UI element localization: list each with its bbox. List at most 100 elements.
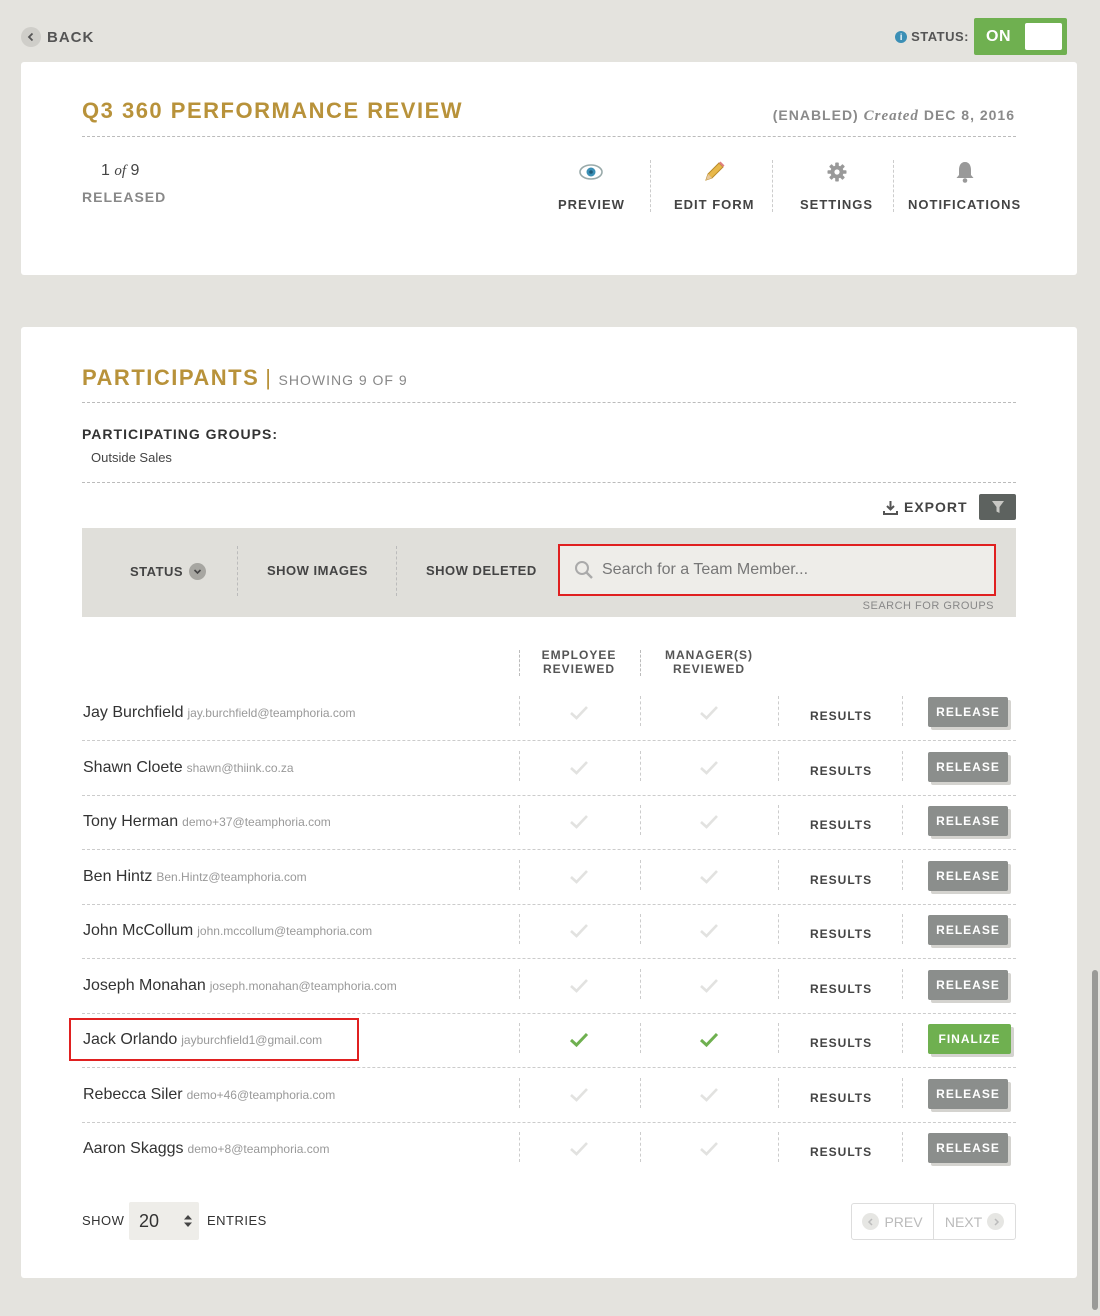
release-button[interactable]: RELEASE [928,697,1008,727]
notifications-button[interactable]: NOTIFICATIONS [908,160,1021,220]
eye-icon [579,164,604,180]
manager-reviewed-check-icon [700,978,718,993]
created-date: DEC 8, 2016 [923,107,1015,123]
status-toggle[interactable]: ON [974,18,1067,55]
results-link[interactable]: RESULTS [810,982,872,996]
participant-name[interactable]: Jay Burchfield [83,704,184,721]
results-link[interactable]: RESULTS [810,818,872,832]
column-separator [902,914,903,944]
prev-label: PREV [884,1213,923,1230]
info-icon[interactable]: i [895,30,908,43]
results-link[interactable]: RESULTS [810,927,872,941]
manager-reviewed-check-icon [700,760,718,775]
participant-name[interactable]: Shawn Cloete [83,759,183,776]
release-button[interactable]: RELEASE [928,751,1008,782]
participant-email: joseph.monahan@teamphoria.com [209,978,397,993]
column-separator [902,859,903,890]
edit-form-button[interactable]: EDIT FORM [674,160,755,220]
preview-label: PREVIEW [558,197,625,212]
released-label: RELEASED [82,189,167,205]
results-link[interactable]: RESULTS [810,1036,872,1050]
employee-reviewed-check-icon [570,869,588,884]
employee-reviewed-header: EMPLOYEE REVIEWED [521,648,637,676]
participant-email: john.mccollum@teamphoria.com [197,924,373,938]
show-images-toggle[interactable]: SHOW IMAGES [267,563,368,578]
participant-name[interactable]: Tony Herman [83,813,178,830]
participant-name[interactable]: Aaron Skaggs [83,1140,184,1157]
participant-name-cell: Ben Hintz Ben.Hintz@teamphoria.com [83,868,307,886]
column-separator [902,1023,903,1053]
table-row: Jay Burchfield jay.burchfield@teamphoria.… [82,686,1016,741]
release-button[interactable]: RELEASE [928,969,1008,1000]
participant-name[interactable]: Rebecca Siler [83,1086,183,1103]
enabled-label: (ENABLED) [772,107,859,123]
action-separator [893,160,894,212]
release-button[interactable]: RELEASE [928,806,1008,836]
highlight-box [69,1018,359,1061]
participant-name-cell: Rebecca Siler demo+46@teamphoria.com [83,1086,335,1104]
pencil-icon [705,161,725,181]
participant-email: demo+8@teamphoria.com [187,1142,330,1156]
results-link[interactable]: RESULTS [810,709,872,723]
settings-button[interactable]: SETTINGS [800,160,873,220]
column-separator [778,1077,779,1108]
results-link[interactable]: RESULTS [810,873,872,887]
action-separator [772,160,773,212]
participant-name[interactable]: John McCollum [83,922,193,939]
page-scrollbar[interactable] [1092,970,1098,1310]
filter-bar: STATUS SHOW IMAGES SHOW DELETED SEARCH F… [82,528,1016,617]
team-member-search [558,544,996,596]
participant-name-cell: Shawn Cloete shawn@thiink.co.za [83,759,294,777]
column-separator [902,805,903,835]
participant-name[interactable]: Ben Hintz [83,868,152,885]
column-separator [640,650,641,676]
results-link[interactable]: RESULTS [810,1145,872,1159]
column-separator [519,805,520,835]
results-link[interactable]: RESULTS [810,764,872,778]
review-summary-card: Q3 360 PERFORMANCE REVIEW (ENABLED) Crea… [21,62,1077,275]
entries-select[interactable]: 20 [129,1202,199,1240]
finalize-button[interactable]: FINALIZE [928,1024,1011,1054]
column-separator [778,1132,779,1162]
release-button[interactable]: RELEASE [928,915,1008,945]
settings-label: SETTINGS [800,197,874,212]
next-button[interactable]: NEXT [933,1204,1015,1239]
participant-name-cell: Aaron Skaggs demo+8@teamphoria.com [83,1140,329,1158]
status-filter-dropdown[interactable]: STATUS [130,563,207,580]
released-number: 1 [101,162,110,179]
column-separator [902,1132,903,1162]
show-deleted-toggle[interactable]: SHOW DELETED [426,563,537,578]
column-separator [640,859,641,890]
release-button[interactable]: RELEASE [928,1133,1008,1163]
status-control: i STATUS: ON [895,18,1067,55]
chevron-left-icon [21,27,41,47]
bell-icon [956,162,974,183]
back-button[interactable]: BACK [21,27,94,47]
column-separator [778,696,779,726]
column-separator [902,750,903,781]
chevron-down-icon [189,563,207,580]
filter-button[interactable] [979,494,1016,520]
release-button[interactable]: RELEASE [928,1078,1008,1109]
export-button[interactable]: EXPORT [883,499,968,515]
search-input[interactable] [602,561,962,579]
manager-reviewed-check-icon [700,869,718,884]
prev-button[interactable]: PREV [852,1204,933,1239]
participant-name[interactable]: Joseph Monahan [83,977,206,994]
table-row: John McCollum john.mccollum@teamphoria.co… [82,904,1016,959]
column-separator [519,696,520,726]
pagination: PREV NEXT [851,1203,1016,1240]
participants-card: PARTICIPANTS | SHOWING 9 OF 9 PARTICIPATIN… [21,327,1077,1278]
search-for-groups-link[interactable]: SEARCH FOR GROUPS [863,600,994,612]
show-deleted-label: SHOW DELETED [426,563,537,578]
divider [82,136,1016,137]
table-row: Tony Herman demo+37@teamphoria.com RESULTS… [82,795,1016,850]
results-link[interactable]: RESULTS [810,1091,872,1105]
column-separator [778,750,779,781]
participants-title: PARTICIPANTS [82,365,260,390]
preview-button[interactable]: PREVIEW [558,160,625,220]
release-button[interactable]: RELEASE [928,860,1008,891]
employee-reviewed-check-icon [570,978,588,993]
chevron-left-icon [862,1213,880,1230]
top-bar: BACK i STATUS: ON [0,0,1100,62]
